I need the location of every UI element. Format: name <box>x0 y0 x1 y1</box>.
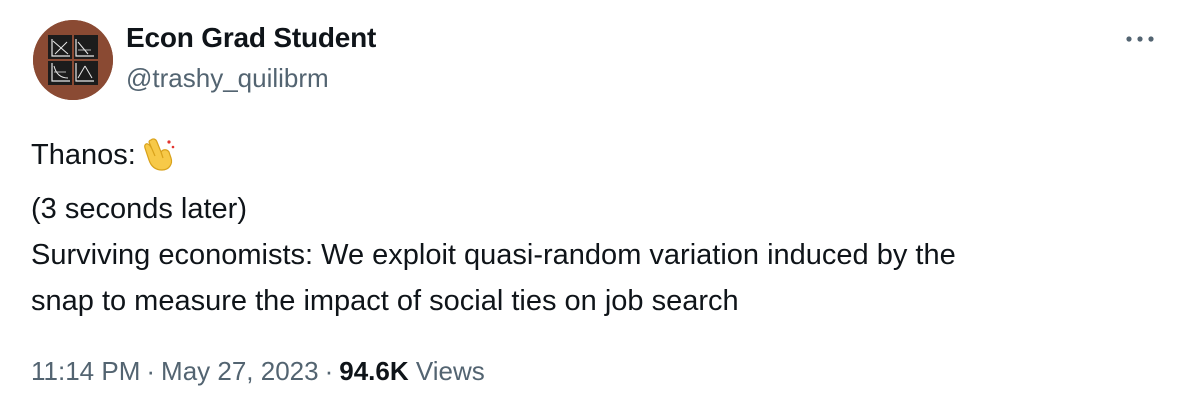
tweet-line-text: Thanos: <box>31 139 136 171</box>
views-label: Views <box>415 356 485 386</box>
tweet-meta: 11:14 PM · May 27, 2023 · 94.6K Views <box>31 356 485 387</box>
finger-snap-icon <box>142 136 176 186</box>
meta-separator: · <box>146 356 156 386</box>
tweet-text: Thanos: (3 seconds later) Surviving econ… <box>31 132 1171 324</box>
tweet-line: Surviving economists: We exploit quasi-r… <box>31 239 956 271</box>
meta-separator: · <box>324 356 334 386</box>
tweet-card: Econ Grad Student @trashy_quilibrm Thano… <box>0 0 1192 412</box>
author-display-name[interactable]: Econ Grad Student <box>126 22 376 54</box>
avatar[interactable] <box>33 20 113 100</box>
more-options-button[interactable] <box>1122 24 1158 54</box>
economics-graphs-avatar-icon <box>33 20 113 100</box>
tweet-line: snap to measure the impact of social tie… <box>31 285 739 317</box>
views-count[interactable]: 94.6K <box>339 356 408 386</box>
tweet-date[interactable]: May 27, 2023 <box>161 356 319 386</box>
author-handle[interactable]: @trashy_quilibrm <box>126 63 329 94</box>
tweet-line: Thanos: <box>31 132 1171 186</box>
tweet-time[interactable]: 11:14 PM <box>31 356 140 386</box>
tweet-line: (3 seconds later) <box>31 193 247 225</box>
ellipsis-icon <box>1126 36 1154 42</box>
